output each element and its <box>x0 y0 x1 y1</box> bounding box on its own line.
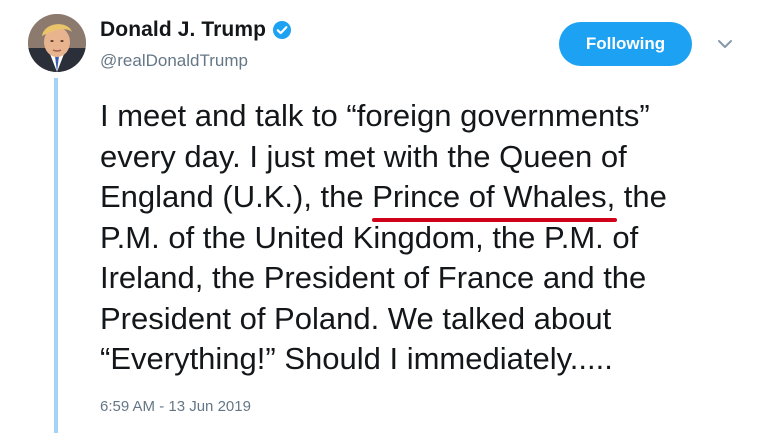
highlighted-phrase: Prince of Whales, <box>372 177 618 221</box>
author-name-row: Donald J. Trump <box>100 18 292 42</box>
tweet-text: I meet and talk to “foreign governments”… <box>100 96 740 380</box>
verified-badge-icon <box>272 20 292 40</box>
tweet-text-segment: England (U.K.), the <box>100 179 373 214</box>
chevron-down-icon[interactable] <box>714 36 736 52</box>
tweet-text-line: every day. I just met with the Queen of <box>100 138 627 174</box>
tweet-text-line: I meet and talk to “foreign governments” <box>100 98 650 133</box>
author-display-name[interactable]: Donald J. Trump <box>100 18 266 42</box>
tweet-timestamp[interactable]: 6:59 AM - 13 Jun 2019 <box>100 398 251 415</box>
author-handle[interactable]: @realDonaldTrump <box>100 51 248 71</box>
tweet-text-line: P.M. of the United Kingdom, the P.M. of <box>100 219 639 255</box>
thread-connector-line <box>54 78 58 433</box>
tweet-text-line: “Everything!” Should I immediately..... <box>100 341 613 376</box>
tweet-text-line: England (U.K.), the Prince of Whales, th… <box>100 177 740 221</box>
tweet-text-line: Ireland, the President of France and the <box>100 260 647 295</box>
avatar[interactable] <box>28 14 86 72</box>
following-button[interactable]: Following <box>559 22 692 66</box>
tweet-text-line: President of Poland. We talked about <box>100 300 612 336</box>
tweet-text-segment: the <box>615 179 667 214</box>
